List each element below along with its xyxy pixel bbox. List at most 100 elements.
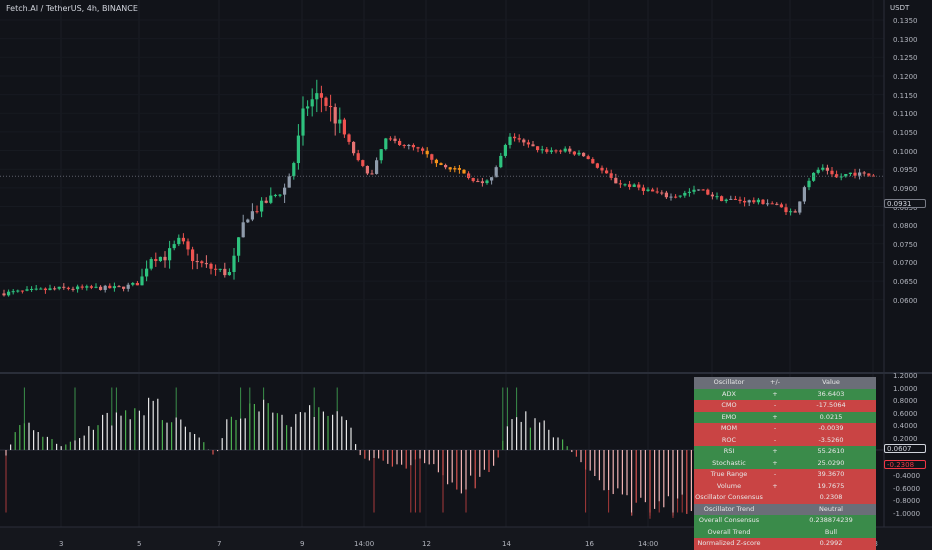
price-tick-label: 0.1300 <box>893 35 918 44</box>
osc-tick-label: 0.4000 <box>893 422 918 430</box>
table-cell-name: Stochastic <box>712 458 746 467</box>
table-cell-signal <box>764 492 786 504</box>
table-cell-signal: +/- <box>770 378 780 386</box>
price-candle <box>384 137 388 151</box>
table-cell-name: CMO <box>721 401 737 409</box>
osc-tick-label: 1.0000 <box>893 384 918 393</box>
price-tick-label: 0.0800 <box>893 222 918 231</box>
osc-tick-label: -0.8000 <box>893 497 921 505</box>
table-cell-signal <box>764 504 786 516</box>
table-row: Oscillator Consensus 0.2308 <box>694 492 876 504</box>
table-cell-name: Overall Consensus <box>698 516 760 524</box>
table-cell-signal: - <box>773 435 777 444</box>
table-cell-name: Overall Trend <box>707 527 751 536</box>
price-candle <box>802 185 806 205</box>
price-tick-label: 0.0900 <box>893 184 918 193</box>
table-cell-value: 36.6403 <box>817 389 845 398</box>
table-row: Overall Trend Bull <box>694 526 876 538</box>
time-tick-label: 3 <box>59 540 64 548</box>
table-cell-signal: - <box>773 401 777 409</box>
osc-tick-label: 1.2000 <box>893 372 918 380</box>
table-cell-signal: - <box>773 424 777 432</box>
price-candle <box>149 257 153 271</box>
table-cell-signal: - <box>773 470 777 478</box>
last-price-value: 0.0931 <box>887 200 912 208</box>
table-row: ROC - -3.5260 <box>694 434 876 446</box>
table-cell-name: ROC <box>721 435 737 444</box>
time-tick-label: 14:00 <box>638 540 659 548</box>
table-cell-name: Normalized Z-score <box>697 539 761 547</box>
osc-tick-label: 0.8000 <box>893 397 918 405</box>
table-cell-value: Bull <box>824 527 838 536</box>
osc-tick-label: -0.4000 <box>893 472 921 480</box>
currency-label: USDT <box>890 4 910 12</box>
table-cell-value: 0.2992 <box>819 539 843 547</box>
table-row: RSI +55.2610 <box>694 446 876 458</box>
table-cell-signal: + <box>772 458 778 467</box>
price-candle <box>761 199 765 205</box>
osc-lower-tag: -0.2308 <box>884 460 926 469</box>
table-cell-signal: + <box>772 412 778 421</box>
table-cell-signal: + <box>772 447 778 455</box>
price-candle <box>582 152 586 157</box>
price-tick-label: 0.0950 <box>893 166 918 175</box>
table-cell-value: 25.0290 <box>817 458 845 467</box>
table-cell-name: True Range <box>710 470 748 478</box>
price-tick-label: 0.1150 <box>893 91 918 100</box>
table-cell-name: Oscillator <box>713 378 745 386</box>
table-row: Oscillator Trend Neutral <box>694 503 876 516</box>
table-cell-value: 39.3670 <box>817 470 845 478</box>
osc-upper-value: 0.0607 <box>887 445 912 453</box>
price-tick-label: 0.1000 <box>893 147 918 156</box>
price-tick-label: 0.1350 <box>893 17 918 25</box>
osc-lower-value: -0.2308 <box>887 461 915 469</box>
table-cell-value: -17.5064 <box>816 401 846 409</box>
price-candle <box>812 172 816 182</box>
oscillator-table: Oscillator +/- Value ADX +36.6403 CMO - -17.506… <box>694 377 876 550</box>
price-tick-label: 0.0650 <box>893 278 918 287</box>
osc-tick-label: -1.0000 <box>893 509 921 518</box>
time-tick-label: 14 <box>502 540 511 548</box>
time-tick-label: 5 <box>137 540 142 548</box>
table-row: CMO - -17.5064 <box>694 400 876 412</box>
price-candle <box>595 162 599 169</box>
price-tick-label: 0.1250 <box>893 54 918 63</box>
price-candle <box>720 195 724 202</box>
price-tick-label: 0.0700 <box>893 259 918 268</box>
price-tick-label: 0.1100 <box>893 110 918 119</box>
table-cell-name: Volume <box>716 481 742 490</box>
table-cell-value: 55.2610 <box>817 447 845 455</box>
table-cell-value: 0.238874239 <box>809 516 853 524</box>
symbol-label: Fetch.AI / TetherUS, 4h, BINANCE <box>6 4 138 13</box>
table-cell-name: Oscillator Trend <box>703 504 755 513</box>
price-tick-label: 0.1050 <box>893 128 918 137</box>
table-row: Normalized Z-score 0.2992 <box>694 538 876 550</box>
time-tick-label: 9 <box>300 540 305 548</box>
price-tick-label: 0.0750 <box>893 240 918 249</box>
table-row: Stochastic +25.0290 <box>694 457 876 469</box>
time-tick-label: 16 <box>585 540 594 548</box>
table-cell-name: MOM <box>720 424 738 432</box>
table-cell-signal: + <box>772 389 778 398</box>
table-cell-name: Oscillator Consensus <box>695 493 763 501</box>
table-cell-value: Neutral <box>819 504 843 513</box>
price-tick-label: 0.0600 <box>893 296 918 305</box>
time-tick-label: 12 <box>422 540 431 548</box>
time-tick-label: 7 <box>217 540 222 548</box>
table-cell-signal: + <box>772 481 778 490</box>
table-cell-name: EMO <box>721 412 737 421</box>
table-header-row: Oscillator +/- Value <box>694 377 876 389</box>
table-cell-signal <box>764 515 786 527</box>
price-candle <box>503 143 507 158</box>
table-cell-value: 19.7675 <box>817 481 845 490</box>
table-row: True Range - 39.3670 <box>694 469 876 481</box>
osc-upper-tag: 0.0607 <box>884 444 926 453</box>
table-cell-name: RSI <box>723 447 735 455</box>
osc-tick-label: 0.2000 <box>893 434 918 443</box>
table-row: EMO +0.0215 <box>694 411 876 423</box>
table-cell-value: 0.2308 <box>819 493 843 501</box>
price-tick-label: 0.1200 <box>893 72 918 81</box>
table-row: MOM - -0.0039 <box>694 423 876 435</box>
table-cell-value: -0.0039 <box>818 424 844 432</box>
table-cell-value: 0.0215 <box>819 412 843 421</box>
